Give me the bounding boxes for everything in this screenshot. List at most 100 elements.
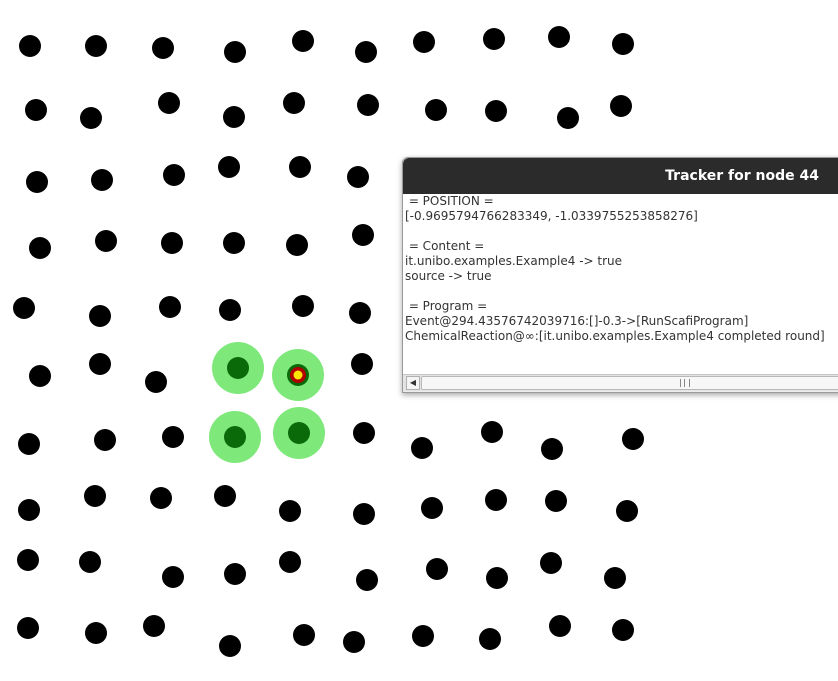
- node[interactable]: [293, 624, 315, 646]
- node[interactable]: [279, 551, 301, 573]
- tracker-line: [-0.9695794766283349, -1.033975525385827…: [405, 209, 698, 223]
- node[interactable]: [85, 35, 107, 57]
- tracker-window[interactable]: Tracker for node 44 = POSITION = [-0.969…: [402, 157, 838, 393]
- node[interactable]: [541, 438, 563, 460]
- node[interactable]: [143, 615, 165, 637]
- node[interactable]: [421, 497, 443, 519]
- scrollbar-thumb[interactable]: [421, 376, 838, 390]
- node[interactable]: [219, 299, 241, 321]
- node[interactable]: [18, 499, 40, 521]
- node[interactable]: [355, 41, 377, 63]
- node[interactable]: [352, 224, 374, 246]
- node[interactable]: [26, 171, 48, 193]
- node[interactable]: [224, 41, 246, 63]
- node[interactable]: [283, 92, 305, 114]
- selected-node-center[interactable]: [293, 370, 303, 380]
- node[interactable]: [411, 437, 433, 459]
- node[interactable]: [162, 566, 184, 588]
- node[interactable]: [89, 353, 111, 375]
- tracker-line: ChemicalReaction@∞:[it.unibo.examples.Ex…: [405, 329, 825, 343]
- node[interactable]: [485, 489, 507, 511]
- node[interactable]: [557, 107, 579, 129]
- node[interactable]: [89, 305, 111, 327]
- node[interactable]: [347, 166, 369, 188]
- node[interactable]: [279, 500, 301, 522]
- node[interactable]: [412, 625, 434, 647]
- tracker-line: Event@294.43576742039716:[]-0.3->[RunSca…: [405, 314, 749, 328]
- node[interactable]: [80, 107, 102, 129]
- node[interactable]: [95, 230, 117, 252]
- node[interactable]: [540, 552, 562, 574]
- node[interactable]: [94, 429, 116, 451]
- node[interactable]: [549, 615, 571, 637]
- node[interactable]: [292, 30, 314, 52]
- node[interactable]: [349, 302, 371, 324]
- node[interactable]: [292, 295, 314, 317]
- node[interactable]: [616, 500, 638, 522]
- node[interactable]: [289, 156, 311, 178]
- node[interactable]: [356, 569, 378, 591]
- node[interactable]: [91, 169, 113, 191]
- node[interactable]: [218, 156, 240, 178]
- node[interactable]: [545, 490, 567, 512]
- node[interactable]: [485, 100, 507, 122]
- horizontal-scrollbar[interactable]: ◀: [403, 374, 838, 391]
- node[interactable]: [161, 232, 183, 254]
- node[interactable]: [483, 28, 505, 50]
- node[interactable]: [413, 31, 435, 53]
- node[interactable]: [18, 433, 40, 455]
- node[interactable]: [84, 485, 106, 507]
- node[interactable]: [612, 619, 634, 641]
- node[interactable]: [343, 631, 365, 653]
- tracker-content: = POSITION = [-0.9695794766283349, -1.03…: [403, 194, 838, 374]
- highlighted-node[interactable]: [227, 357, 249, 379]
- node[interactable]: [486, 567, 508, 589]
- highlighted-node[interactable]: [224, 426, 246, 448]
- node[interactable]: [85, 622, 107, 644]
- node[interactable]: [219, 635, 241, 657]
- node[interactable]: [25, 99, 47, 121]
- node[interactable]: [17, 617, 39, 639]
- node[interactable]: [286, 234, 308, 256]
- node[interactable]: [479, 628, 501, 650]
- node[interactable]: [604, 567, 626, 589]
- node[interactable]: [214, 485, 236, 507]
- node[interactable]: [351, 353, 373, 375]
- node[interactable]: [145, 371, 167, 393]
- node[interactable]: [17, 549, 39, 571]
- node[interactable]: [162, 426, 184, 448]
- node[interactable]: [548, 26, 570, 48]
- node[interactable]: [223, 232, 245, 254]
- node[interactable]: [163, 164, 185, 186]
- tracker-line: source -> true: [405, 269, 492, 283]
- node[interactable]: [622, 428, 644, 450]
- tracker-line: [403, 284, 838, 299]
- node[interactable]: [29, 365, 51, 387]
- node[interactable]: [353, 422, 375, 444]
- tracker-line: it.unibo.examples.Example4 -> true: [405, 254, 623, 268]
- node[interactable]: [152, 37, 174, 59]
- node[interactable]: [224, 563, 246, 585]
- node[interactable]: [426, 558, 448, 580]
- tracker-line: = Content =: [405, 239, 485, 253]
- node[interactable]: [610, 95, 632, 117]
- node[interactable]: [29, 237, 51, 259]
- node[interactable]: [79, 551, 101, 573]
- node[interactable]: [425, 99, 447, 121]
- node[interactable]: [19, 35, 41, 57]
- tracker-titlebar[interactable]: Tracker for node 44: [403, 158, 838, 194]
- node[interactable]: [159, 296, 181, 318]
- node[interactable]: [481, 421, 503, 443]
- node[interactable]: [353, 503, 375, 525]
- scroll-left-icon[interactable]: ◀: [406, 376, 420, 390]
- node[interactable]: [150, 487, 172, 509]
- tracker-line: [403, 224, 838, 239]
- highlighted-node[interactable]: [288, 422, 310, 444]
- node[interactable]: [13, 297, 35, 319]
- node[interactable]: [223, 106, 245, 128]
- node[interactable]: [357, 94, 379, 116]
- tracker-line: = Program =: [405, 299, 488, 313]
- node[interactable]: [158, 92, 180, 114]
- node[interactable]: [612, 33, 634, 55]
- tracker-line: = POSITION =: [405, 194, 494, 208]
